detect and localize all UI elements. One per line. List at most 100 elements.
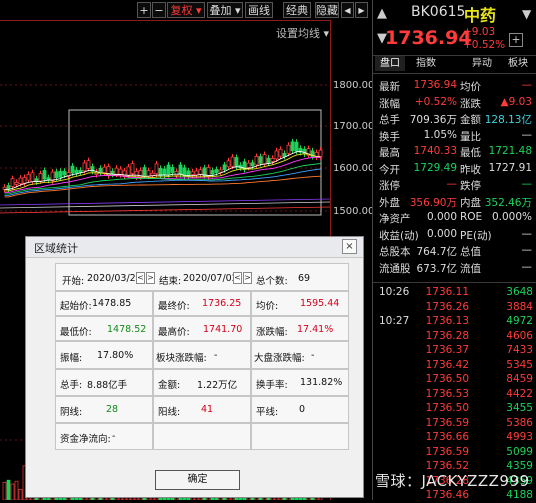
tick-volume: 5386 xyxy=(506,416,533,429)
candle xyxy=(18,177,23,185)
candle xyxy=(58,170,63,178)
candle xyxy=(210,170,215,175)
tick-price: 1736.66 xyxy=(425,431,469,443)
classic-button[interactable]: 经典 xyxy=(283,2,311,18)
tick-row: 1736.26 3884 xyxy=(373,301,536,315)
tab-movement[interactable]: 异动 xyxy=(467,56,497,72)
moving-average-lines xyxy=(0,151,331,214)
tick-time: 10:27 xyxy=(379,315,410,327)
quote-row-value: 0.000% xyxy=(491,211,532,223)
tab-pankou[interactable]: 盘口 xyxy=(375,56,405,72)
candle xyxy=(258,156,263,164)
end-prev-button[interactable]: < xyxy=(233,272,242,284)
nav-up-icon[interactable]: ▲ xyxy=(377,6,387,21)
ma-setting-link[interactable]: 设置均线 ▾ xyxy=(276,25,329,41)
arrow-right-icon[interactable]: ▶ xyxy=(355,2,368,18)
fund-flow-label: 资金净流向: xyxy=(60,434,111,445)
tick-volume: 3455 xyxy=(506,402,533,414)
yang-count-label: 阳线: xyxy=(158,407,181,418)
tick-volume: 4422 xyxy=(506,387,533,400)
candle xyxy=(38,173,43,182)
tick-price: 1736.59 xyxy=(425,416,469,429)
start-prev-button[interactable]: < xyxy=(136,272,145,284)
change-label: 涨跌幅: xyxy=(256,327,288,338)
quote-row-label: 换手 xyxy=(379,130,400,143)
quote-row-value: 673.7亿 xyxy=(416,262,457,275)
quote-row-value: — xyxy=(521,128,533,141)
quote-row-value: — xyxy=(446,178,458,190)
dialog-titlebar[interactable]: 区域统计 × xyxy=(26,237,363,258)
amount-label: 金额: xyxy=(158,380,181,391)
candle xyxy=(170,167,175,173)
dialog-title: 区域统计 xyxy=(34,242,78,255)
tick-volume: 4972 xyxy=(506,315,533,327)
quote-row-label: 总值 xyxy=(460,246,481,258)
close-icon[interactable]: × xyxy=(342,239,357,254)
quote-row-value: 1736.94 xyxy=(413,79,457,91)
candle xyxy=(30,172,35,183)
candle xyxy=(190,171,195,175)
tick-volume: 5345 xyxy=(506,358,533,371)
quote-row-value: 764.7亿 xyxy=(416,246,457,258)
tick-price: 1736.50 xyxy=(425,402,469,414)
high-price-value: 1741.70 xyxy=(203,324,243,335)
start-next-button[interactable]: > xyxy=(146,272,155,284)
tick-price: 1736.59 xyxy=(425,445,469,458)
tick-row: 1736.50 3455 xyxy=(373,402,536,416)
ma-line xyxy=(0,198,331,206)
candle xyxy=(250,162,255,167)
open-price-label: 起始价: xyxy=(60,301,92,312)
tick-price: 1736.53 xyxy=(425,387,469,400)
candle xyxy=(278,148,283,157)
candle xyxy=(50,171,55,182)
candle xyxy=(166,164,171,176)
fuquan-label: 复权 xyxy=(170,4,193,17)
ok-button[interactable]: 确定 xyxy=(155,470,240,490)
zoom-out-button[interactable]: − xyxy=(152,2,166,18)
candle xyxy=(218,169,223,173)
quote-row-label: 内盘 xyxy=(460,196,481,209)
candle xyxy=(318,149,323,158)
candle xyxy=(134,170,139,178)
quote-row-label: 今开 xyxy=(379,163,400,176)
tab-sector[interactable]: 板块 xyxy=(503,56,533,72)
nav-down-icon[interactable]: ▼ xyxy=(522,7,531,21)
tick-price: 1736.37 xyxy=(425,344,469,356)
sector-change-label: 板块涨跌幅: xyxy=(156,353,207,364)
candle xyxy=(54,171,59,179)
quote-row-label: 昨收 xyxy=(460,163,481,176)
tick-row: 10:27 1736.13 4972 xyxy=(373,315,536,329)
fuquan-dropdown[interactable]: 复权 ▾ xyxy=(167,2,205,18)
candle xyxy=(178,164,183,175)
quote-row-value: 356.90万 xyxy=(409,196,457,209)
quote-row-label: 均价 xyxy=(460,81,481,93)
overlay-dropdown[interactable]: 叠加 ▾ xyxy=(207,2,243,18)
arrow-left-icon[interactable]: ◀ xyxy=(341,2,354,18)
end-next-button[interactable]: > xyxy=(243,272,252,284)
turnover-value: 131.82% xyxy=(300,377,343,388)
tick-row: 1736.59 5386 xyxy=(373,417,536,431)
candle xyxy=(286,144,291,154)
volume-bar xyxy=(14,480,19,500)
hide-button[interactable]: 隐藏 xyxy=(315,2,339,18)
tick-row: 1736.37 7433 xyxy=(373,344,536,358)
draw-line-button[interactable]: 画线 xyxy=(245,2,273,18)
avg-price-label: 均价: xyxy=(256,301,279,312)
yin-count-label: 阴线: xyxy=(60,407,83,418)
quote-row-value: +0.52% xyxy=(414,95,457,108)
add-watchlist-button[interactable]: + xyxy=(509,33,523,47)
candle xyxy=(98,167,103,174)
tab-index[interactable]: 指数 xyxy=(411,56,441,72)
zoom-in-button[interactable]: + xyxy=(137,2,151,18)
change-value: 17.41% xyxy=(297,324,334,335)
quote-row-label: 最新 xyxy=(379,81,400,93)
quote-row-value: — xyxy=(521,260,533,273)
candle xyxy=(270,158,275,162)
quote-row-value: — xyxy=(521,178,533,190)
candle xyxy=(150,172,155,176)
chevron-down-icon: ▾ xyxy=(323,27,330,40)
candle xyxy=(266,157,271,164)
close-price-value: 1736.25 xyxy=(202,298,242,309)
index-change-value: - xyxy=(311,350,315,361)
tick-row: 1736.50 8459 xyxy=(373,373,536,387)
